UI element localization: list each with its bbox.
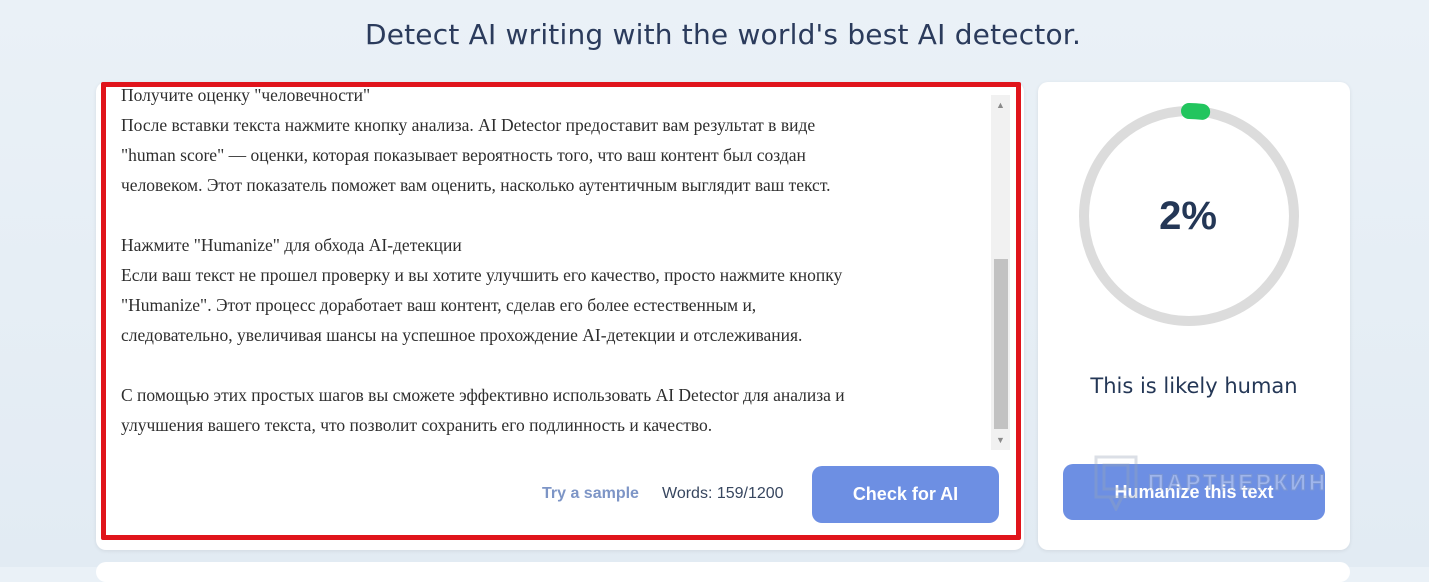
try-sample-link[interactable]: Try a sample — [542, 485, 639, 503]
watermark-text: ПАРТНЕРКИН — [1148, 470, 1328, 496]
lower-panel — [96, 562, 1350, 582]
gauge-progress — [1181, 103, 1211, 120]
word-count: Words: 159/1200 — [662, 485, 784, 502]
score-value: 2% — [1159, 194, 1217, 238]
watermark: ПАРТНЕРКИН — [1094, 452, 1328, 514]
page-headline: Detect AI writing with the world's best … — [364, 18, 1082, 51]
verdict-text: This is likely human — [1090, 374, 1298, 398]
watermark-logo-icon — [1094, 455, 1138, 511]
check-for-ai-button[interactable]: Check for AI — [812, 466, 999, 523]
